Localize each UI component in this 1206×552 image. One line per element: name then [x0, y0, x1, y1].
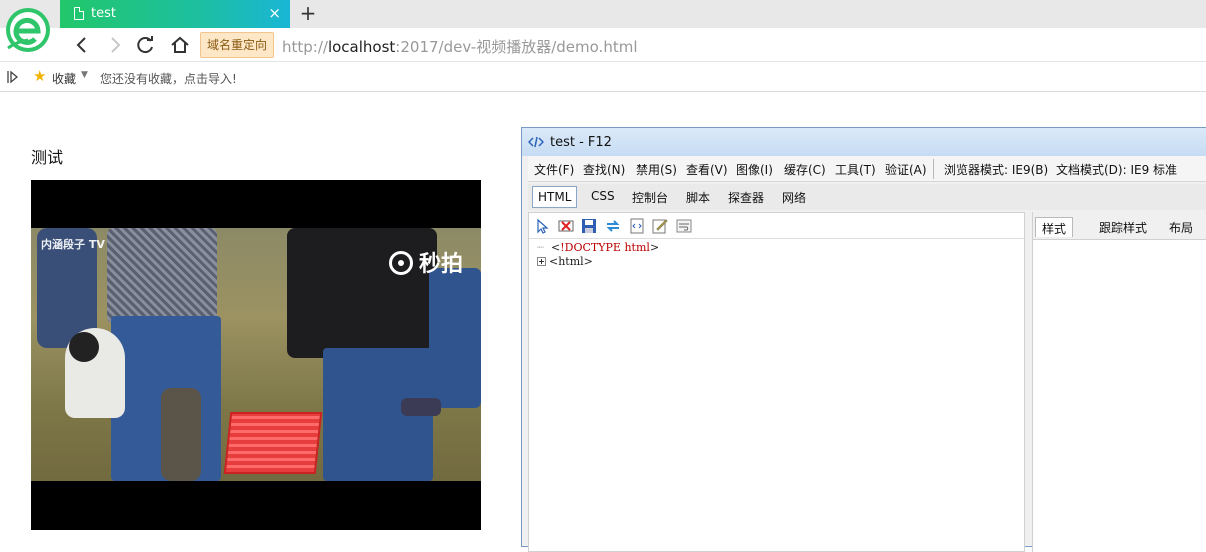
doctype-value: html: [624, 241, 650, 254]
bookmarks-bar: ★ 收藏 ▼ 您还没有收藏，点击导入!: [0, 63, 1206, 92]
menu-cache[interactable]: 缓存(C): [784, 161, 826, 178]
tab-styles[interactable]: 样式: [1035, 217, 1074, 237]
new-tab-button[interactable]: +: [298, 2, 318, 24]
dom-tree-pane: ┈ <!DOCTYPE html> <html>: [528, 212, 1025, 552]
doctype-node[interactable]: ┈ <!DOCTYPE html>: [537, 241, 659, 255]
address-bar[interactable]: http://localhost:2017/dev-视频播放器/demo.htm…: [282, 36, 637, 57]
url-host: localhost: [327, 38, 396, 56]
devtools-window: test - F12 文件(F) 查找(N) 禁用(S) 查看(V) 图像(I)…: [521, 127, 1206, 552]
home-icon: [171, 36, 189, 53]
dog-grey: [161, 388, 201, 481]
clear-highlight-icon[interactable]: [558, 218, 574, 234]
chevron-down-icon: ▼: [81, 70, 88, 80]
tab-layout[interactable]: 布局: [1163, 217, 1199, 237]
video-player[interactable]: 内涵段子 TV 秒拍: [31, 180, 481, 530]
menu-view[interactable]: 查看(V): [686, 161, 728, 178]
menu-validate[interactable]: 验证(A): [885, 161, 927, 178]
tab-console[interactable]: 控制台: [627, 186, 673, 208]
tab-close-icon[interactable]: ×: [268, 4, 281, 22]
tab-bar: test × +: [0, 0, 1206, 28]
tab-network[interactable]: 网络: [777, 186, 811, 208]
watermark-right: 秒拍: [388, 246, 463, 278]
browser-logo-icon[interactable]: [4, 4, 56, 56]
html-tag: <html>: [549, 255, 593, 268]
redirect-badge[interactable]: 域名重定向: [200, 32, 275, 58]
tab-title: test: [91, 6, 116, 21]
forward-button[interactable]: [104, 35, 126, 55]
red-basket: [223, 412, 323, 474]
favorites-label: 收藏: [52, 72, 77, 86]
back-arrow-icon: [76, 37, 86, 53]
miaopai-logo-icon: [388, 251, 413, 275]
menu-browser-mode[interactable]: 浏览器模式: IE9(B): [944, 161, 1048, 178]
devtools-titlebar[interactable]: test - F12: [522, 128, 1206, 156]
devtools-title: test - F12: [550, 135, 612, 150]
person-plaid-shirt: [107, 228, 217, 323]
dom-tree: ┈ <!DOCTYPE html> <html>: [537, 241, 659, 269]
reload-icon: [137, 36, 153, 54]
devtools-icon: [528, 136, 544, 148]
save-icon[interactable]: [581, 218, 597, 234]
word-wrap-icon[interactable]: [676, 218, 692, 234]
menu-tools[interactable]: 工具(T): [835, 161, 876, 178]
watermark-left: 内涵段子 TV: [41, 238, 105, 251]
page-icon: [74, 7, 84, 20]
page-heading: 测试: [31, 148, 64, 167]
sidebar-toggle-icon[interactable]: [7, 70, 19, 84]
tab-html[interactable]: HTML: [532, 186, 578, 208]
menu-file[interactable]: 文件(F): [534, 161, 574, 178]
doctype-keyword: !DOCTYPE: [560, 241, 621, 254]
html-node[interactable]: <html>: [537, 255, 659, 269]
navigation-bar: 域名重定向 http://localhost:2017/dev-视频播放器/de…: [0, 28, 1206, 62]
style-tabs: 样式 跟踪样式 布局: [1033, 212, 1206, 240]
video-frame: 内涵段子 TV 秒拍: [31, 228, 481, 481]
home-button[interactable]: [169, 35, 191, 55]
menu-find[interactable]: 查找(N): [583, 161, 625, 178]
star-icon: ★: [33, 67, 47, 85]
tab-trace-styles[interactable]: 跟踪样式: [1093, 217, 1153, 237]
menu-disable[interactable]: 禁用(S): [636, 161, 677, 178]
tab-css[interactable]: CSS: [586, 186, 620, 208]
select-element-icon[interactable]: [535, 218, 551, 234]
reload-button[interactable]: [135, 35, 157, 55]
sneaker: [401, 398, 441, 416]
tab-active[interactable]: test ×: [60, 0, 290, 28]
menu-separator: [933, 159, 934, 179]
tab-script[interactable]: 脚本: [681, 186, 715, 208]
source-icon[interactable]: [629, 218, 645, 234]
expand-icon[interactable]: [537, 257, 546, 266]
menu-images[interactable]: 图像(I): [736, 161, 773, 178]
tree-connector: ┈: [537, 241, 544, 254]
forward-arrow-icon: [111, 37, 121, 53]
dog-head: [69, 332, 99, 362]
devtools-menubar: 文件(F) 查找(N) 禁用(S) 查看(V) 图像(I) 缓存(C) 工具(T…: [528, 156, 1206, 182]
tab-profiler[interactable]: 探查器: [723, 186, 769, 208]
back-button[interactable]: [72, 35, 94, 55]
refresh-icon[interactable]: [605, 218, 621, 234]
bookmarks-empty-prompt[interactable]: 您还没有收藏，点击导入!: [100, 70, 237, 87]
menu-document-mode[interactable]: 文档模式(D): IE9 标准: [1056, 161, 1177, 178]
style-pane: 样式 跟踪样式 布局: [1032, 212, 1206, 552]
dom-toolbar: [529, 213, 1024, 239]
url-prefix: http://: [282, 38, 328, 56]
edit-icon[interactable]: [652, 218, 668, 234]
person-far-right: [429, 268, 481, 408]
devtools-tabs: HTML CSS 控制台 脚本 探查器 网络: [528, 184, 1206, 210]
url-path: :2017/dev-视频播放器/demo.html: [395, 38, 638, 56]
watermark-right-text: 秒拍: [418, 252, 463, 277]
